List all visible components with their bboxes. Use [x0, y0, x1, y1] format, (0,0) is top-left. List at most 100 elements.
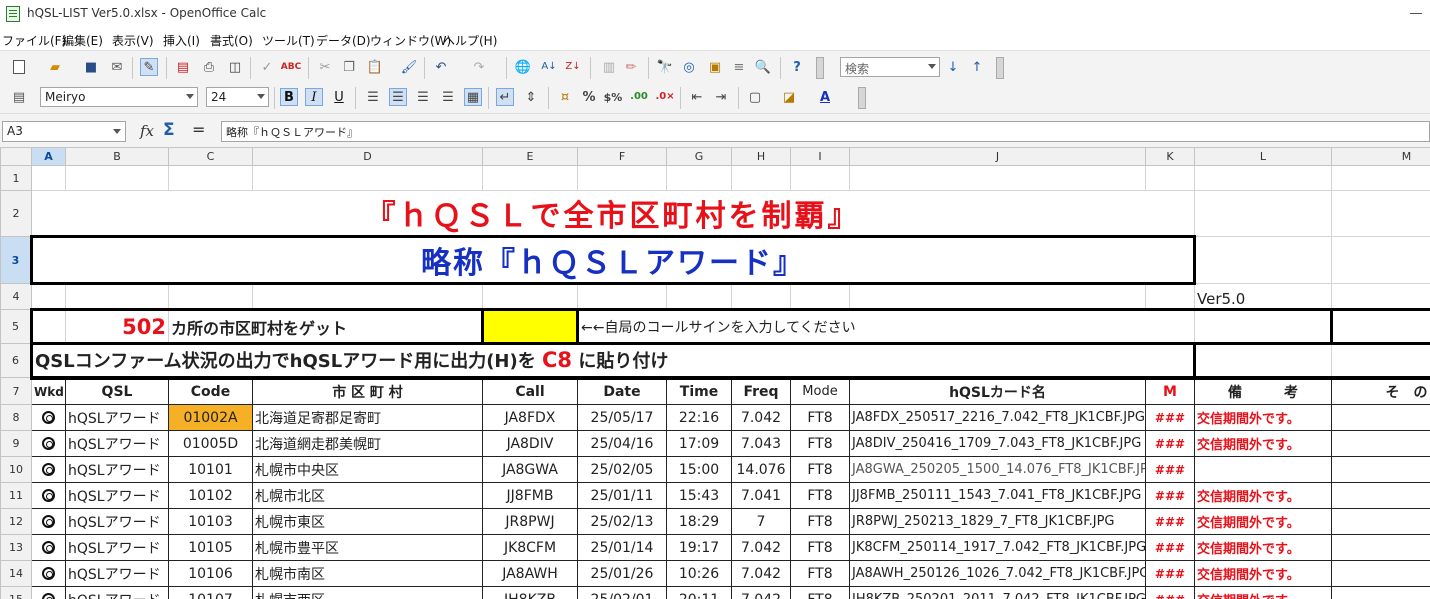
- sheet-cell[interactable]: [1331, 190, 1430, 237]
- column-header[interactable]: K: [1145, 147, 1195, 166]
- underline-button[interactable]: U: [330, 88, 348, 106]
- header-other[interactable]: そ の: [1331, 377, 1430, 405]
- menu-data[interactable]: データ(D): [316, 32, 371, 49]
- row-header[interactable]: 12: [0, 508, 32, 535]
- align-right-icon[interactable]: ☰: [414, 88, 432, 106]
- sheet-cell[interactable]: 25/01/11: [577, 482, 667, 509]
- column-header[interactable]: H: [731, 147, 791, 166]
- sheet-cell[interactable]: hQSLアワード: [65, 482, 169, 509]
- clone-format-icon[interactable]: 🖌: [400, 58, 418, 76]
- save-icon[interactable]: ■: [82, 58, 100, 76]
- draw-functions-icon[interactable]: ✏: [622, 58, 640, 76]
- sheet-cell[interactable]: [1331, 236, 1430, 284]
- row-header[interactable]: 9: [0, 430, 32, 457]
- sheet-cell[interactable]: JH8KZB: [482, 586, 578, 599]
- font-color-icon[interactable]: A: [816, 88, 834, 106]
- navigator-icon[interactable]: ◎: [680, 58, 698, 76]
- column-header[interactable]: D: [252, 147, 483, 166]
- sheet-cell[interactable]: 交信期間外です。: [1194, 430, 1332, 457]
- email-icon[interactable]: ✉: [108, 58, 126, 76]
- menu-window[interactable]: ウィンドウ(W): [370, 32, 451, 49]
- header-city[interactable]: 市 区 町 村: [252, 377, 483, 405]
- undo-icon[interactable]: ↶: [432, 58, 450, 76]
- menu-tools[interactable]: ツール(T): [262, 32, 315, 49]
- sheet-cell[interactable]: [790, 165, 850, 191]
- row-header[interactable]: 10: [0, 456, 32, 483]
- sheet-cell[interactable]: 10:26: [666, 560, 732, 587]
- sheet-cell[interactable]: 札幌市豊平区: [252, 534, 483, 561]
- cut-icon[interactable]: ✂: [316, 58, 334, 76]
- worked-cell[interactable]: [31, 508, 66, 535]
- sheet-cell[interactable]: 25/04/16: [577, 430, 667, 457]
- sheet-cell[interactable]: JA8AWH: [482, 560, 578, 587]
- sheet-cell[interactable]: 18:29: [666, 508, 732, 535]
- column-header[interactable]: B: [65, 147, 169, 166]
- find-replace-icon[interactable]: 🔭: [656, 58, 674, 76]
- font-name-select[interactable]: Meiryo: [40, 87, 198, 107]
- sheet-cell[interactable]: JA8GWA: [482, 456, 578, 483]
- row-header[interactable]: 2: [0, 190, 32, 237]
- sheet-cell[interactable]: 札幌市南区: [252, 560, 483, 587]
- worked-cell[interactable]: [31, 430, 66, 457]
- name-box[interactable]: A3: [2, 121, 126, 142]
- sheet-cell[interactable]: hQSLアワード: [65, 586, 169, 599]
- sheet-cell[interactable]: JA8AWH_250126_1026_7.042_FT8_JK1CBF.JPG: [849, 560, 1146, 587]
- row-header[interactable]: 15: [0, 586, 32, 599]
- minimize-button[interactable]: [1410, 13, 1422, 14]
- sheet-cell[interactable]: 10103: [168, 508, 253, 535]
- sheet-cell[interactable]: [1145, 283, 1195, 310]
- decrease-indent-icon[interactable]: ⇤: [688, 88, 706, 106]
- header-card[interactable]: hQSLカード名: [849, 377, 1146, 405]
- sheet-cell[interactable]: 7.041: [731, 482, 791, 509]
- sheet-cell[interactable]: [30, 308, 66, 345]
- sort-ascending-icon[interactable]: A↓: [540, 58, 558, 76]
- column-header[interactable]: M: [1331, 147, 1430, 166]
- column-header[interactable]: F: [577, 147, 667, 166]
- percent-icon[interactable]: %: [580, 88, 598, 106]
- gallery-icon[interactable]: ▣: [706, 58, 724, 76]
- sheet-cell[interactable]: [1331, 482, 1430, 509]
- sheet-cell[interactable]: FT8: [790, 508, 850, 535]
- sum-icon[interactable]: Σ: [163, 120, 175, 140]
- sheet-cell[interactable]: 22:16: [666, 404, 732, 431]
- menu-format[interactable]: 書式(O): [210, 32, 253, 49]
- sheet-cell[interactable]: ###: [1145, 534, 1195, 561]
- copy-icon[interactable]: ❐: [340, 58, 358, 76]
- row-header[interactable]: 6: [0, 343, 32, 378]
- row-header[interactable]: 7: [0, 377, 32, 405]
- header-code[interactable]: Code: [168, 377, 253, 405]
- sheet-cell[interactable]: 交信期間外です。: [1194, 534, 1332, 561]
- bold-button[interactable]: B: [280, 88, 298, 106]
- sheet-cell[interactable]: [1331, 165, 1430, 191]
- sheet-cell[interactable]: FT8: [790, 534, 850, 561]
- column-header[interactable]: J: [849, 147, 1146, 166]
- sheet-cell[interactable]: [731, 283, 791, 310]
- sheet-cell[interactable]: 交信期間外です。: [1194, 508, 1332, 535]
- column-header[interactable]: G: [666, 147, 732, 166]
- sheet-cell[interactable]: JK8CFM_250114_1917_7.042_FT8_JK1CBF.JPG: [849, 534, 1146, 561]
- sheet-cell[interactable]: [1194, 456, 1332, 483]
- sheet-cell[interactable]: hQSLアワード: [65, 456, 169, 483]
- sheet-cell[interactable]: hQSLアワード: [65, 404, 169, 431]
- new-document-icon[interactable]: [10, 58, 28, 76]
- formula-input[interactable]: 略称『ｈＱＳＬアワード』: [221, 121, 1430, 142]
- sheet-cell[interactable]: 14.076: [731, 456, 791, 483]
- sheet-cell[interactable]: FT8: [790, 482, 850, 509]
- sort-descending-icon[interactable]: Z↓: [564, 58, 582, 76]
- column-header[interactable]: A: [31, 147, 66, 166]
- styles-icon[interactable]: ▤: [10, 88, 28, 106]
- font-size-select[interactable]: 24: [206, 87, 269, 107]
- sheet-cell[interactable]: [65, 283, 169, 310]
- menu-edit[interactable]: 編集(E): [62, 32, 103, 49]
- sheet-cell[interactable]: [1331, 404, 1430, 431]
- sheet-cell[interactable]: JK8CFM: [482, 534, 578, 561]
- sheet-cell[interactable]: 交信期間外です。: [1194, 482, 1332, 509]
- sheet-cell[interactable]: ###: [1145, 456, 1195, 483]
- column-header[interactable]: C: [168, 147, 253, 166]
- sheet-cell[interactable]: 7.043: [731, 430, 791, 457]
- export-pdf-icon[interactable]: ▤: [174, 58, 192, 76]
- sheet-cell[interactable]: FT8: [790, 404, 850, 431]
- vertical-align-icon[interactable]: ⇕: [522, 88, 540, 106]
- header-time[interactable]: Time: [666, 377, 732, 405]
- spellcheck-icon[interactable]: ✓: [258, 58, 276, 76]
